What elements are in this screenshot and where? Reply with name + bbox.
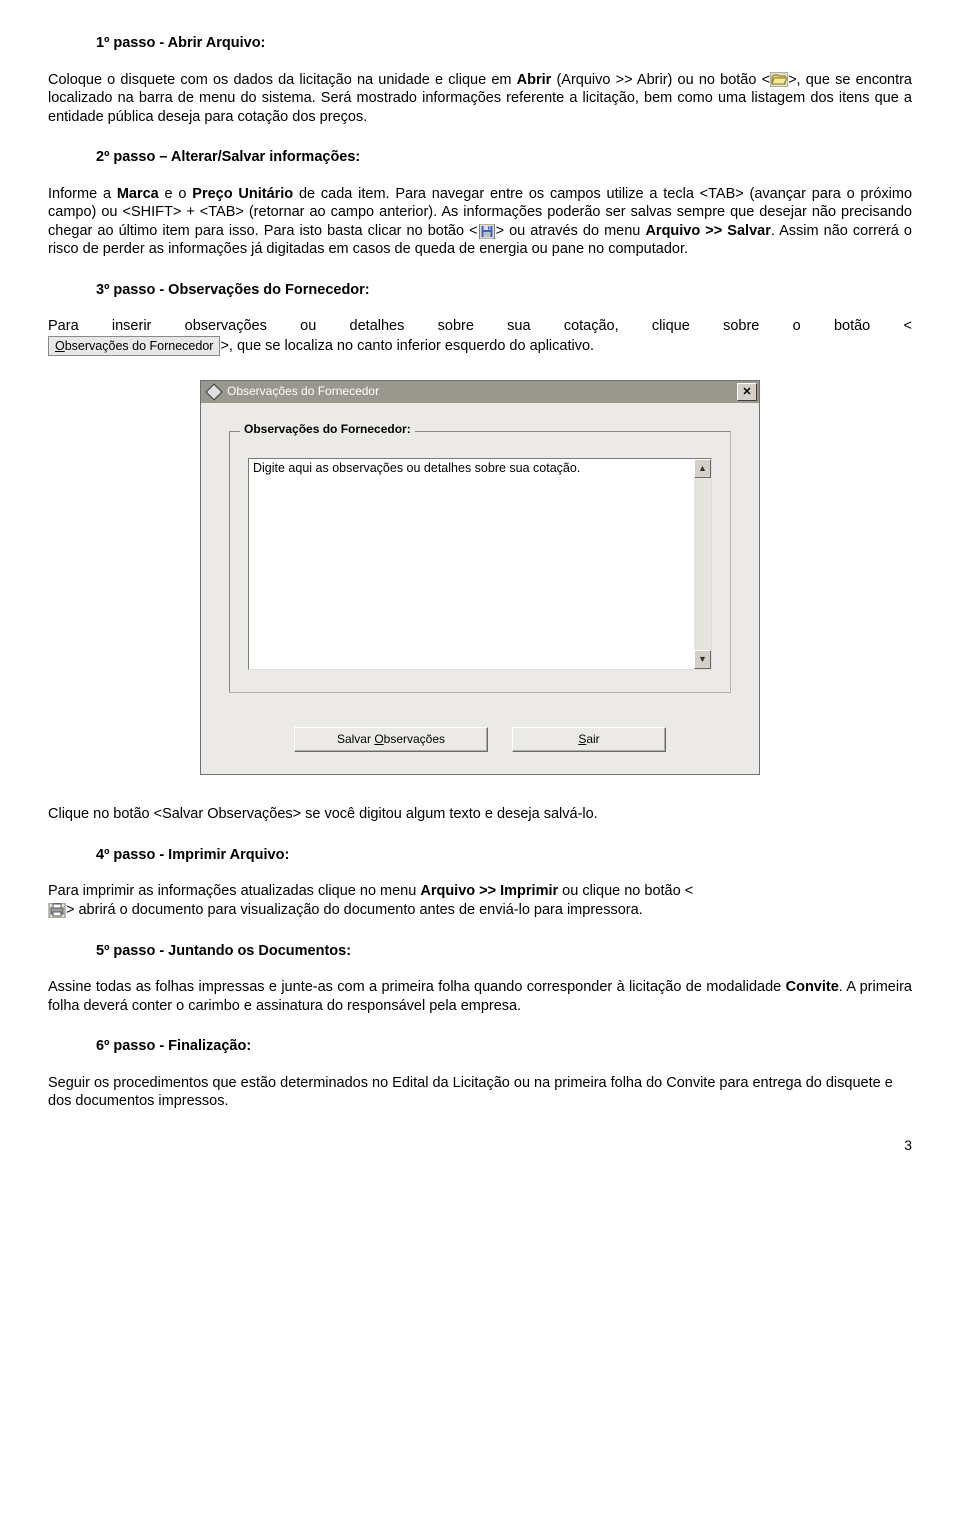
text: Para imprimir as informações atualizadas…	[48, 883, 420, 899]
dialog-title: Observações do Fornecedor	[227, 384, 737, 399]
step1-title: 1º passo - Abrir Arquivo:	[96, 34, 912, 53]
salvar-observacoes-button[interactable]: Salvar Observações	[294, 727, 488, 752]
dialog-icon	[205, 384, 223, 400]
text: O	[374, 732, 383, 746]
scrollbar[interactable]: ▲ ▼	[694, 459, 711, 669]
text: Coloque o disquete com os dados da licit…	[48, 72, 517, 88]
text-bold: Arquivo >> Imprimir	[420, 883, 558, 899]
text-bold: Abrir	[517, 72, 552, 88]
observacoes-group: Observações do Fornecedor: Digite aqui a…	[229, 431, 731, 693]
sair-button[interactable]: Sair	[512, 727, 666, 752]
step5-title: 5º passo - Juntando os Documentos:	[96, 942, 912, 961]
text-bold: Arquivo >> Salvar	[645, 223, 770, 239]
step4-paragraph: Para imprimir as informações atualizadas…	[48, 882, 912, 919]
text: Informe a	[48, 186, 117, 202]
text-bold: Marca	[117, 186, 159, 202]
step2-paragraph: Informe a Marca e o Preço Unitário de ca…	[48, 185, 912, 259]
observacoes-fornecedor-button[interactable]: Observações do Fornecedor	[48, 336, 220, 356]
text: > ou através do menu	[496, 223, 646, 239]
scroll-down-icon[interactable]: ▼	[694, 650, 711, 669]
text: bservações	[384, 732, 445, 746]
open-folder-icon	[770, 72, 788, 87]
text: O	[55, 339, 65, 353]
text: ou clique no botão <	[558, 883, 693, 899]
group-label: Observações do Fornecedor:	[240, 422, 415, 437]
observacoes-textarea[interactable]: Digite aqui as observações ou detalhes s…	[248, 458, 712, 670]
step5-paragraph: Assine todas as folhas impressas e junte…	[48, 978, 912, 1015]
text-bold: Preço Unitário	[192, 186, 293, 202]
text: > abrirá o documento para visualização d…	[66, 902, 643, 918]
step6-paragraph: Seguir os procedimentos que estão determ…	[48, 1074, 912, 1111]
textarea-content: Digite aqui as observações ou detalhes s…	[249, 459, 694, 669]
text: air	[586, 732, 599, 746]
text: bservações do Fornecedor	[65, 339, 214, 353]
text: Assine todas as folhas impressas e junte…	[48, 979, 786, 995]
text: (Arquivo >> Abrir) ou no botão <	[551, 72, 770, 88]
step4-title: 4º passo - Imprimir Arquivo:	[96, 846, 912, 865]
close-icon[interactable]: ✕	[737, 383, 757, 401]
print-icon	[48, 903, 66, 918]
step3-paragraph: Para inserir observações ou detalhes sob…	[48, 317, 912, 356]
dialog-titlebar: Observações do Fornecedor ✕	[201, 381, 759, 403]
step6-title: 6º passo - Finalização:	[96, 1037, 912, 1056]
text-bold: Convite	[786, 979, 839, 995]
text: Salvar	[337, 732, 374, 746]
text: Para inserir observações ou detalhes sob…	[48, 317, 912, 336]
step1-paragraph: Coloque o disquete com os dados da licit…	[48, 71, 912, 127]
step3-title: 3º passo - Observações do Fornecedor:	[96, 281, 912, 300]
after-dialog-text: Clique no botão <Salvar Observações> se …	[48, 805, 912, 824]
text: >, que se localiza no canto inferior esq…	[220, 338, 594, 354]
observacoes-dialog: Observações do Fornecedor ✕ Observações …	[200, 380, 760, 775]
save-floppy-icon	[478, 224, 496, 239]
page-number: 3	[48, 1137, 912, 1155]
text: e o	[159, 186, 193, 202]
scroll-up-icon[interactable]: ▲	[694, 459, 711, 478]
step2-title: 2º passo – Alterar/Salvar informações:	[96, 148, 912, 167]
